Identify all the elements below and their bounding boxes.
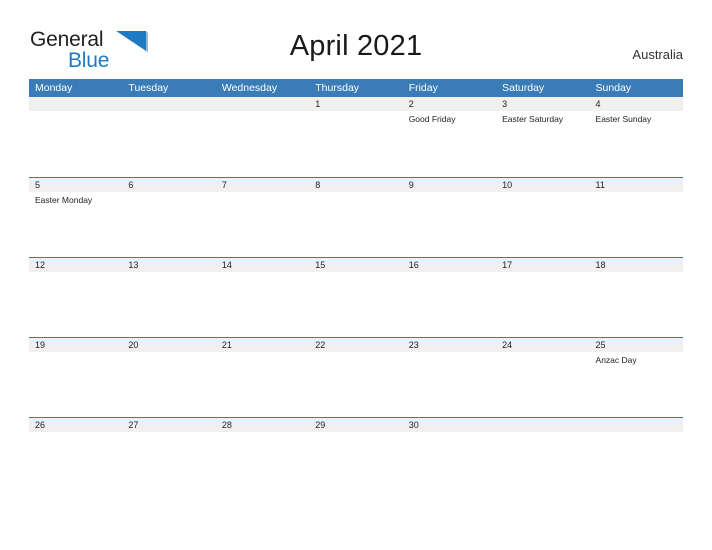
day-number: 13 (122, 258, 216, 272)
calendar-day-cell[interactable]: 20 (122, 338, 216, 417)
holiday-label: Easter Sunday (595, 114, 652, 124)
day-number: 1 (309, 97, 403, 111)
calendar-week-row: 19 20 21 22 23 24 25 Anzac Day (29, 337, 683, 417)
day-number: 18 (589, 258, 683, 272)
day-number: 5 (29, 178, 123, 192)
weekday-header-row: Monday Tuesday Wednesday Thursday Friday… (29, 79, 683, 97)
calendar-day-cell[interactable]: 7 (215, 178, 310, 257)
calendar-day-cell[interactable]: 22 (309, 338, 403, 417)
calendar-week-row: 1 2 Good Friday 3 Easter Saturday 4 Easter Sun… (29, 97, 683, 177)
calendar-day-cell[interactable]: 26 (29, 418, 123, 448)
holiday-label: Anzac Day (595, 355, 637, 365)
calendar-day-cell[interactable]: 25 Anzac Day (589, 338, 683, 417)
calendar-day-cell[interactable]: 12 (29, 258, 123, 337)
weekday-header-tuesday: Tuesday (128, 82, 169, 94)
calendar-weeks: 1 2 Good Friday 3 Easter Saturday 4 Easter Sun… (29, 97, 683, 448)
day-number: 15 (309, 258, 403, 272)
calendar-day-cell-empty[interactable] (122, 97, 216, 177)
calendar-day-cell[interactable]: 29 (309, 418, 403, 448)
calendar-day-cell[interactable]: 28 (215, 418, 310, 448)
day-number: 21 (215, 338, 310, 352)
calendar-day-cell[interactable]: 5 Easter Monday (29, 178, 123, 257)
day-number (496, 418, 590, 432)
calendar-day-cell-empty[interactable] (29, 97, 123, 177)
weekday-header-wednesday: Wednesday (221, 82, 278, 94)
calendar-day-cell[interactable]: 15 (309, 258, 403, 337)
day-number: 4 (589, 97, 683, 111)
day-number: 17 (496, 258, 590, 272)
day-number: 25 (589, 338, 683, 352)
day-number: 23 (402, 338, 497, 352)
day-number: 29 (309, 418, 403, 432)
calendar-week-row: 26 27 28 29 30 (29, 417, 683, 448)
calendar-day-cell[interactable]: 8 (309, 178, 403, 257)
page-header: General Blue April 2021 Australia (0, 0, 712, 78)
day-number: 2 (402, 97, 497, 111)
day-number: 10 (496, 178, 590, 192)
day-number: 16 (402, 258, 497, 272)
day-number (215, 97, 310, 111)
calendar-day-cell[interactable]: 13 (122, 258, 216, 337)
day-number: 6 (122, 178, 216, 192)
weekday-header-saturday: Saturday (502, 82, 545, 94)
holiday-label: Easter Saturday (502, 114, 564, 124)
calendar-week-row: 12 13 14 15 16 17 18 (29, 257, 683, 337)
day-number: 24 (496, 338, 590, 352)
weekday-header-monday: Monday (35, 82, 73, 94)
day-number: 20 (122, 338, 216, 352)
calendar-day-cell[interactable]: 6 (122, 178, 216, 257)
calendar-day-cell[interactable]: 17 (496, 258, 590, 337)
page-title: April 2021 (289, 30, 423, 62)
weekday-header-thursday: Thursday (315, 82, 360, 94)
day-number: 9 (402, 178, 497, 192)
calendar-day-cell-empty[interactable] (215, 97, 310, 177)
day-number: 14 (215, 258, 310, 272)
calendar-day-cell-empty[interactable] (496, 418, 590, 448)
weekday-header-sunday: Sunday (595, 82, 632, 94)
region-label: Australia (632, 47, 683, 62)
day-number: 27 (122, 418, 216, 432)
calendar-day-cell[interactable]: 18 (589, 258, 683, 337)
calendar-day-cell[interactable]: 1 (309, 97, 403, 177)
holiday-label: Good Friday (408, 114, 456, 124)
holiday-label: Easter Monday (35, 195, 93, 205)
calendar-day-cell-empty[interactable] (589, 418, 683, 448)
calendar-day-cell[interactable]: 24 (496, 338, 590, 417)
weekday-header-friday: Friday (408, 82, 438, 94)
calendar-day-cell[interactable]: 3 Easter Saturday (496, 97, 590, 177)
calendar-day-cell[interactable]: 4 Easter Sunday (589, 97, 683, 177)
calendar-day-cell[interactable]: 11 (589, 178, 683, 257)
calendar-day-cell[interactable]: 2 Good Friday (402, 97, 497, 177)
calendar-day-cell[interactable]: 9 (402, 178, 497, 257)
day-number: 3 (496, 97, 590, 111)
day-number: 12 (29, 258, 123, 272)
day-number: 26 (29, 418, 123, 432)
day-number: 8 (309, 178, 403, 192)
day-number (122, 97, 216, 111)
calendar-grid: Monday Tuesday Wednesday Thursday Friday… (29, 79, 683, 448)
calendar-day-cell[interactable]: 23 (402, 338, 497, 417)
calendar-day-cell[interactable]: 14 (215, 258, 310, 337)
calendar-day-cell[interactable]: 16 (402, 258, 497, 337)
day-number: 30 (402, 418, 497, 432)
calendar-day-cell[interactable]: 21 (215, 338, 310, 417)
day-number: 7 (215, 178, 310, 192)
day-number: 11 (589, 178, 683, 192)
day-number: 28 (215, 418, 310, 432)
calendar-day-cell[interactable]: 30 (402, 418, 497, 448)
calendar-day-cell[interactable]: 10 (496, 178, 590, 257)
day-number: 22 (309, 338, 403, 352)
calendar-day-cell[interactable]: 19 (29, 338, 123, 417)
calendar-day-cell[interactable]: 27 (122, 418, 216, 448)
calendar-week-row: 5 Easter Monday 6 7 8 9 10 11 (29, 177, 683, 257)
day-number (29, 97, 123, 111)
day-number: 19 (29, 338, 123, 352)
day-number (589, 418, 683, 432)
